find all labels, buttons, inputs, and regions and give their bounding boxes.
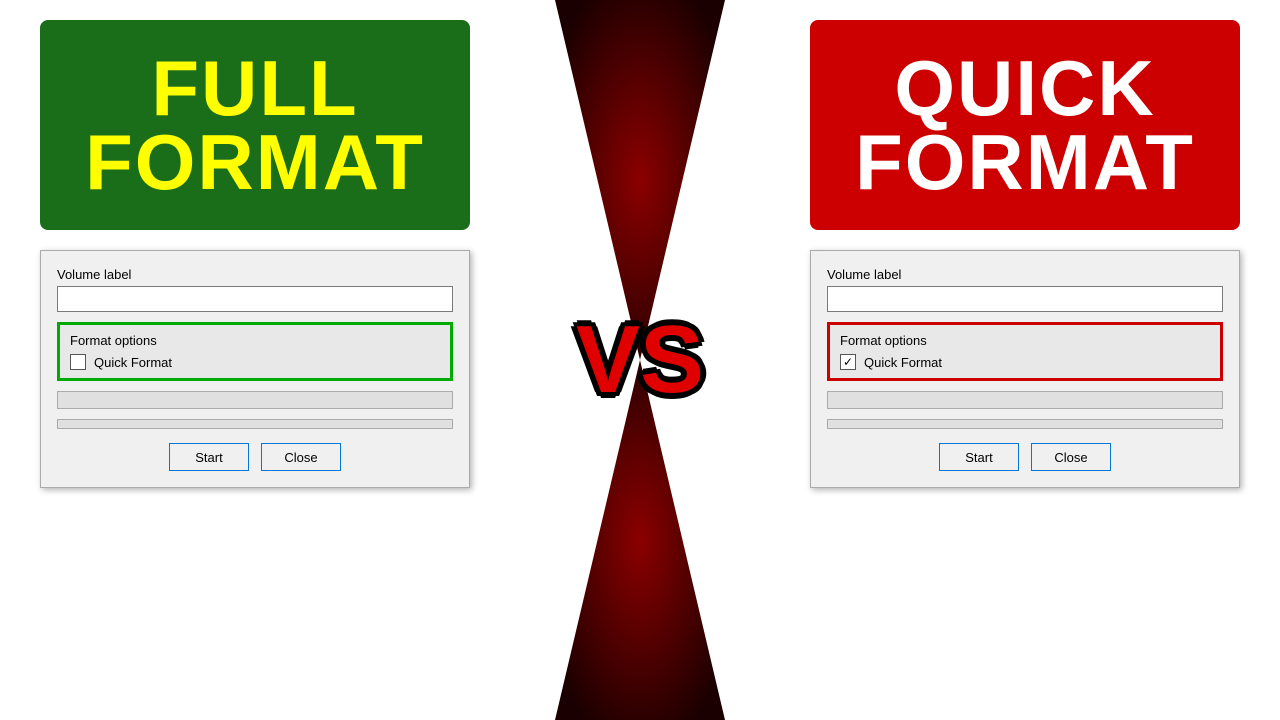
left-format-options-title: Format options [70,333,440,348]
right-quick-format-row: ✓ Quick Format [840,354,1210,370]
quick-format-title-line2: FORMAT [855,125,1195,199]
vs-text: VS [576,312,704,408]
left-volume-label-input[interactable] [57,286,453,312]
right-format-options-box: Format options ✓ Quick Format [827,322,1223,381]
right-volume-label-text: Volume label [827,267,1223,282]
left-quick-format-row: Quick Format [70,354,440,370]
right-dialog: Volume label Format options ✓ Quick Form… [810,250,1240,488]
left-dialog: Volume label Format options Quick Format… [40,250,470,488]
right-quick-format-checkbox[interactable]: ✓ [840,354,856,370]
full-format-title-line1: FULL [85,51,425,125]
right-status-bar [827,419,1223,429]
right-format-options-title: Format options [840,333,1210,348]
right-close-button[interactable]: Close [1031,443,1111,471]
left-quick-format-checkbox[interactable] [70,354,86,370]
full-format-title-line2: FORMAT [85,125,425,199]
left-quick-format-label: Quick Format [94,355,172,370]
quick-format-banner: QUICK FORMAT [810,20,1240,230]
left-panel: FULL FORMAT Volume label Format options … [0,0,510,720]
left-dialog-buttons: Start Close [57,443,453,471]
center-vs: VS [540,0,740,720]
right-dialog-buttons: Start Close [827,443,1223,471]
left-start-button[interactable]: Start [169,443,249,471]
right-quick-format-label: Quick Format [864,355,942,370]
right-panel: QUICK FORMAT Volume label Format options… [770,0,1280,720]
left-volume-label-text: Volume label [57,267,453,282]
right-start-button[interactable]: Start [939,443,1019,471]
main-container: FULL FORMAT Volume label Format options … [0,0,1280,720]
right-progress-bar [827,391,1223,409]
left-progress-bar [57,391,453,409]
left-status-bar [57,419,453,429]
right-volume-label-group: Volume label [827,267,1223,312]
full-format-banner: FULL FORMAT [40,20,470,230]
right-volume-label-input[interactable] [827,286,1223,312]
left-format-options-box: Format options Quick Format [57,322,453,381]
quick-format-title-line1: QUICK [855,51,1195,125]
left-close-button[interactable]: Close [261,443,341,471]
left-volume-label-group: Volume label [57,267,453,312]
